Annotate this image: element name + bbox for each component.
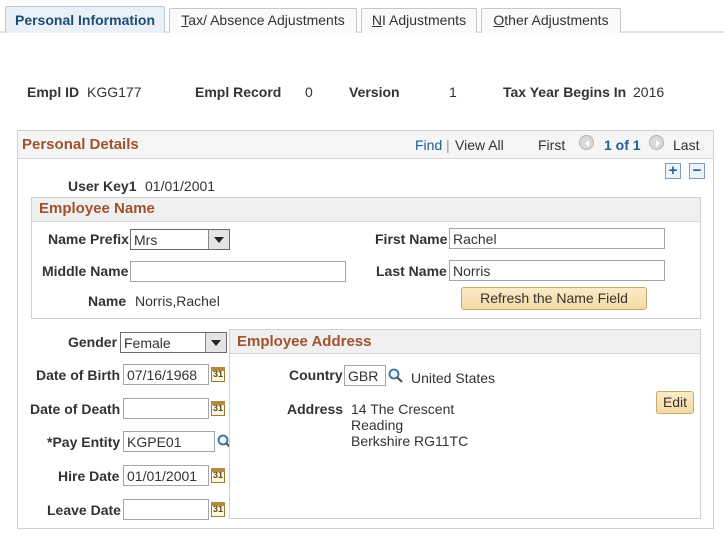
middle-name-input[interactable]	[130, 261, 346, 282]
leave-date-label: Leave Date	[47, 502, 121, 518]
first-name-input[interactable]	[449, 228, 665, 249]
empl-id-value: KGG177	[87, 84, 142, 100]
employee-name-title: Employee Name	[39, 200, 155, 217]
tab-label: ax/ Absence Adjustments	[188, 12, 345, 28]
pay-entity-label: *Pay Entity	[47, 434, 121, 450]
name-value: Norris,Rachel	[135, 293, 220, 309]
empl-id-label: Empl ID	[27, 84, 80, 100]
find-separator: |	[446, 137, 450, 153]
country-name: United States	[411, 370, 496, 386]
chevron-down-icon[interactable]	[205, 333, 226, 352]
tab-accesskey: N	[371, 12, 383, 28]
gender-label: Gender	[68, 334, 118, 350]
calendar-icon[interactable]: 31	[211, 468, 225, 483]
address-line-3: Berkshire RG11TC	[351, 433, 469, 449]
address-label: Address	[287, 401, 344, 417]
name-prefix-select[interactable]: Mrs	[130, 229, 230, 250]
tab-tax-absence-adjustments[interactable]: Tax/ Absence Adjustments	[169, 8, 357, 33]
delete-row-icon[interactable]: −	[689, 163, 705, 179]
calendar-icon[interactable]: 31	[211, 502, 225, 517]
country-code-input[interactable]	[344, 365, 386, 386]
tax-year-value: 2016	[633, 84, 665, 100]
add-row-icon[interactable]: +	[665, 163, 681, 179]
personal-details-title: Personal Details	[22, 136, 139, 153]
edit-address-button[interactable]: Edit	[656, 391, 694, 414]
tab-label: ther Adjustments	[504, 12, 609, 28]
date-of-death-input[interactable]	[123, 398, 209, 419]
previous-arrow-icon[interactable]	[579, 135, 594, 150]
row-count: 1 of 1	[604, 137, 641, 153]
calendar-icon[interactable]: 31	[211, 401, 225, 416]
address-line-2: Reading	[351, 417, 404, 433]
first-link[interactable]: First	[538, 137, 565, 153]
date-of-birth-label: Date of Birth	[36, 367, 120, 383]
empl-record-value: 0	[305, 84, 313, 100]
user-key-label: User Key1	[68, 178, 137, 194]
last-name-input[interactable]	[449, 260, 665, 281]
view-all-link[interactable]: View All	[455, 137, 504, 153]
find-link[interactable]: Find	[415, 137, 442, 153]
gender-value: Female	[124, 335, 171, 351]
gender-select[interactable]: Female	[120, 332, 227, 353]
name-prefix-label: Name Prefix	[48, 231, 129, 247]
next-arrow-icon[interactable]	[649, 135, 664, 150]
tab-ni-adjustments[interactable]: NI Adjustments	[361, 8, 477, 33]
employee-address-box	[229, 329, 701, 519]
version-value: 1	[449, 84, 457, 100]
magnifier-icon[interactable]	[388, 368, 404, 384]
empl-record-label: Empl Record	[195, 84, 282, 100]
calendar-icon[interactable]: 31	[211, 367, 225, 382]
tab-accesskey: O	[493, 12, 505, 28]
tab-personal-information[interactable]: Personal Information	[5, 6, 165, 33]
date-of-death-label: Date of Death	[30, 401, 121, 417]
date-of-birth-input[interactable]	[123, 364, 209, 385]
hire-date-input[interactable]	[123, 465, 209, 486]
name-prefix-value: Mrs	[134, 232, 158, 248]
address-line-1: 14 The Crescent	[351, 401, 455, 417]
chevron-down-icon[interactable]	[208, 230, 229, 249]
first-name-label: First Name	[375, 231, 448, 247]
refresh-name-button[interactable]: Refresh the Name Field	[461, 287, 647, 310]
last-name-label: Last Name	[376, 263, 447, 279]
employee-address-title: Employee Address	[237, 333, 372, 350]
tab-other-adjustments[interactable]: Other Adjustments	[481, 8, 621, 33]
name-label: Name	[88, 293, 127, 309]
version-label: Version	[349, 84, 400, 100]
leave-date-input[interactable]	[123, 499, 209, 520]
pay-entity-input[interactable]	[123, 431, 215, 452]
tax-year-label: Tax Year Begins In	[503, 84, 627, 100]
country-label: Country	[289, 367, 343, 383]
last-link[interactable]: Last	[673, 137, 699, 153]
middle-name-label: Middle Name	[42, 263, 129, 279]
tab-label: I Adjustments	[382, 12, 467, 28]
hire-date-label: Hire Date	[58, 468, 120, 484]
user-key-value: 01/01/2001	[145, 178, 216, 194]
